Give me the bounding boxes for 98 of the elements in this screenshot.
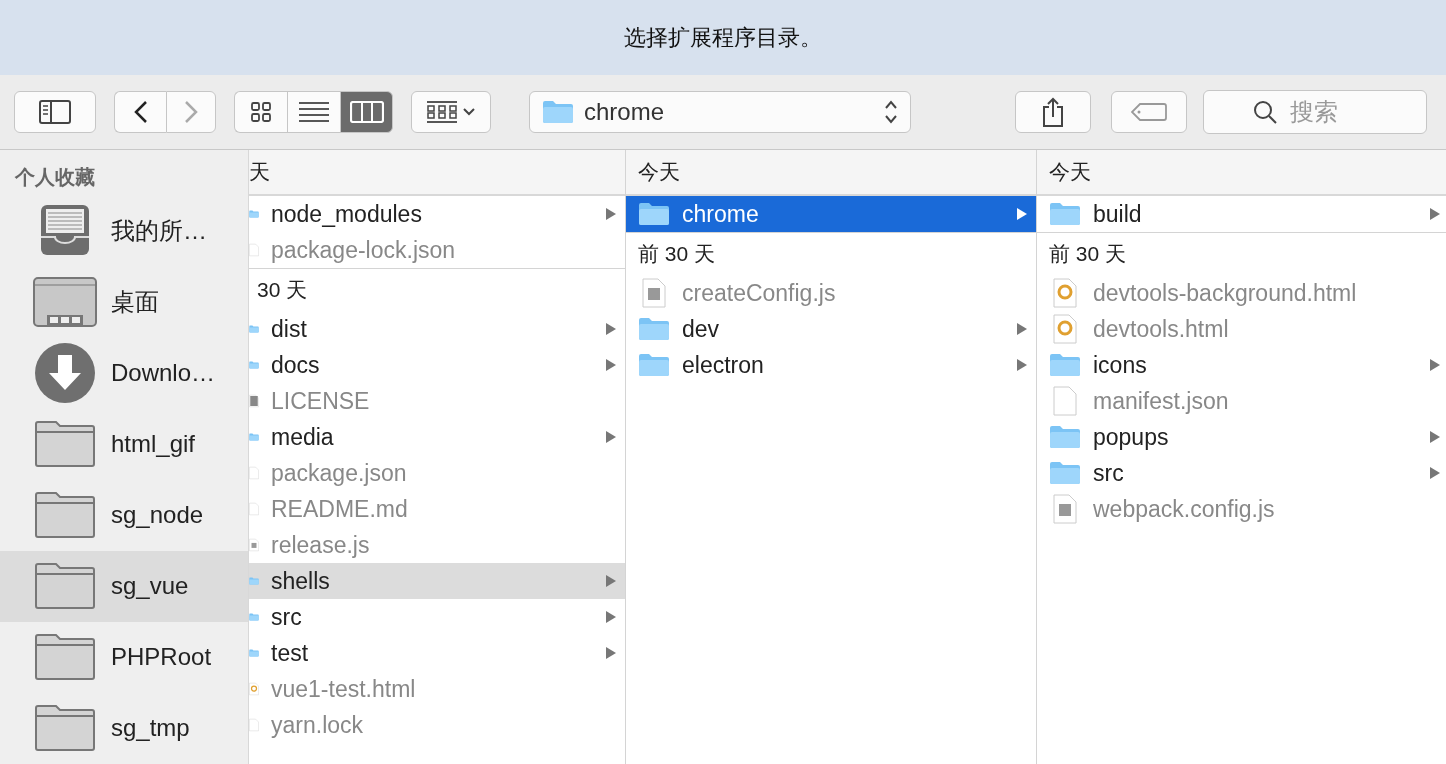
file-row[interactable]: devtools-background.html — [1037, 275, 1446, 311]
folder-icon — [638, 353, 670, 377]
search-icon — [1253, 100, 1277, 124]
up-down-chevron-icon — [884, 99, 898, 125]
view-mode-button[interactable] — [234, 91, 287, 133]
folder-icon — [1049, 353, 1081, 377]
sidebar-heading: 个人收藏 — [14, 165, 96, 190]
folder-icon — [638, 317, 670, 341]
chevron-right-icon — [184, 100, 198, 124]
tag-icon — [1131, 103, 1167, 121]
share-button[interactable] — [1015, 91, 1091, 133]
folder-icon — [34, 704, 96, 753]
back-button[interactable] — [114, 91, 166, 133]
sidebar-item[interactable]: sg_tmp — [0, 692, 248, 764]
chevron-icon — [605, 207, 617, 221]
chevron-icon — [605, 358, 617, 372]
file-row[interactable]: build — [1037, 196, 1446, 232]
file-row[interactable]: shells — [249, 563, 625, 599]
tag-button[interactable] — [1111, 91, 1187, 133]
window-title: 选择扩展程序目录。 — [624, 23, 822, 52]
date-group-header: 今天 — [1049, 159, 1091, 185]
date-group-header: 天 — [249, 159, 270, 185]
file-row[interactable]: yarn.lock — [249, 707, 625, 743]
share-icon — [1042, 97, 1064, 127]
desktop-icon — [33, 276, 97, 327]
file-row[interactable]: test — [249, 635, 625, 671]
chevron-icon — [605, 610, 617, 624]
download-icon — [34, 341, 96, 404]
chevron-icon — [605, 430, 617, 444]
caret-icon — [463, 108, 475, 116]
folder-icon — [1049, 425, 1081, 449]
sidebar-item[interactable]: PHPRoot — [0, 621, 248, 693]
folder-icon — [1049, 202, 1081, 226]
document-icon — [1053, 386, 1077, 416]
file-row[interactable]: package-lock.json — [249, 232, 625, 268]
file-row[interactable]: package.json — [249, 455, 625, 491]
script-file-icon — [1053, 494, 1077, 524]
chevron-icon — [1016, 207, 1028, 221]
chevron-icon — [605, 646, 617, 660]
file-row[interactable]: chrome — [626, 196, 1036, 232]
chevron-left-icon — [133, 100, 148, 124]
folder-icon — [34, 562, 96, 611]
file-row[interactable]: LICENSE — [249, 383, 625, 419]
file-row[interactable]: popups — [1037, 419, 1446, 455]
file-row[interactable]: README.md — [249, 491, 625, 527]
grid-icon — [250, 101, 272, 123]
path-popup-button[interactable]: chrome — [529, 91, 911, 133]
sidebar-toggle-button[interactable] — [14, 91, 96, 133]
file-row[interactable]: devtools.html — [1037, 311, 1446, 347]
file-row[interactable]: icons — [1037, 347, 1446, 383]
sidebar-icon — [39, 100, 71, 124]
sidebar-item[interactable]: 桌面 — [0, 266, 248, 338]
file-row[interactable]: manifest.json — [1037, 383, 1446, 419]
file-row[interactable]: media — [249, 419, 625, 455]
date-group-header: 前 30 天 — [1049, 241, 1127, 267]
folder-icon — [34, 419, 96, 468]
file-row[interactable]: src — [249, 599, 625, 635]
folder-icon — [542, 100, 574, 124]
date-group-header: 30 天 — [256, 277, 308, 303]
chevron-icon — [605, 322, 617, 336]
sidebar-item[interactable]: sg_vue — [0, 550, 248, 622]
list-icon — [299, 101, 329, 123]
file-row[interactable]: src — [1037, 455, 1446, 491]
sidebar-item[interactable]: 我的所… — [0, 195, 248, 267]
chevron-icon — [1429, 358, 1441, 372]
view-mode-button[interactable] — [340, 91, 393, 133]
file-row[interactable]: vue1-test.html — [249, 671, 625, 707]
date-group-header: 前 30 天 — [638, 241, 716, 267]
web-file-icon — [1053, 278, 1077, 308]
web-file-icon — [1053, 314, 1077, 344]
folder-icon — [1049, 461, 1081, 485]
script-file-icon — [642, 278, 666, 308]
file-row[interactable]: node_modules — [249, 196, 625, 232]
file-row[interactable]: docs — [249, 347, 625, 383]
chevron-icon — [605, 574, 617, 588]
chevron-icon — [1429, 466, 1441, 480]
file-row[interactable]: webpack.config.js — [1037, 491, 1446, 527]
chevron-icon — [1016, 358, 1028, 372]
file-row[interactable]: createConfig.js — [626, 275, 1036, 311]
folder-icon — [34, 491, 96, 540]
view-mode-button[interactable] — [287, 91, 340, 133]
arrange-button[interactable] — [411, 91, 491, 133]
columns-icon — [349, 101, 384, 123]
arrange-grid-icon — [427, 101, 457, 123]
date-group-header: 今天 — [638, 159, 680, 185]
sidebar-item[interactable]: Downlo… — [0, 337, 248, 409]
sidebar-item[interactable]: sg_node — [0, 479, 248, 551]
file-row[interactable]: release.js — [249, 527, 625, 563]
folder-icon — [34, 633, 96, 682]
chevron-icon — [1016, 322, 1028, 336]
file-row[interactable]: electron — [626, 347, 1036, 383]
file-row[interactable]: dist — [249, 311, 625, 347]
file-row[interactable]: dev — [626, 311, 1036, 347]
chevron-icon — [1429, 430, 1441, 444]
folder-icon — [638, 202, 670, 226]
sidebar-item[interactable]: html_gif — [0, 408, 248, 480]
search-field[interactable]: 搜索 — [1203, 90, 1427, 134]
chevron-icon — [1429, 207, 1441, 221]
